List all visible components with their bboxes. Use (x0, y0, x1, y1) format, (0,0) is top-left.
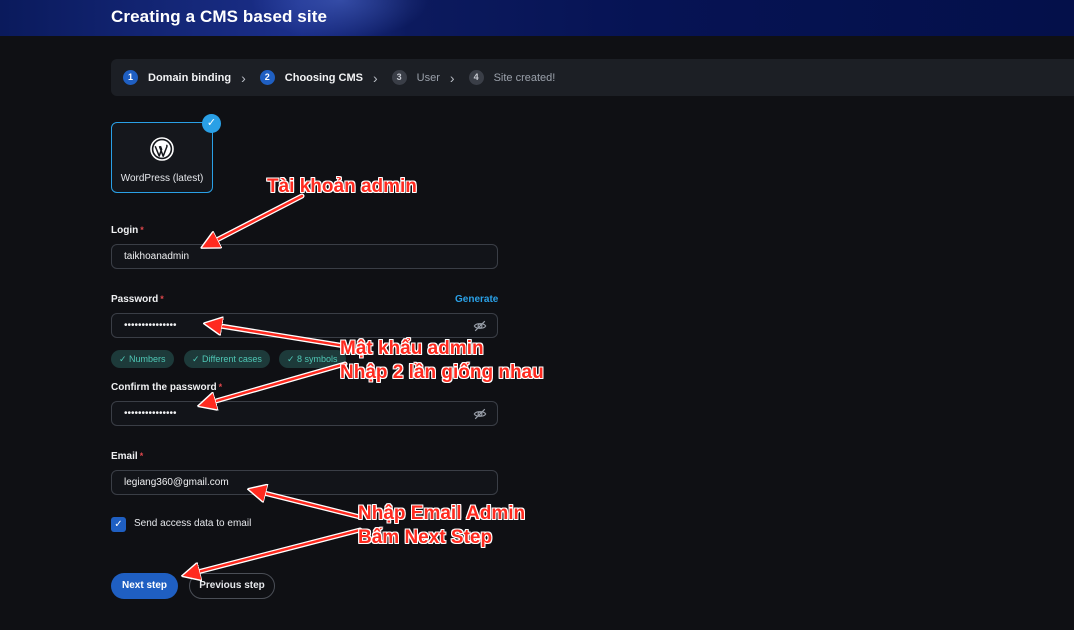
checkmark-icon: ✓ (202, 114, 221, 133)
login-label: Login * (111, 225, 144, 236)
step-label: Site created! (493, 71, 556, 84)
chevron-right-icon: › (373, 69, 378, 86)
password-rule-numbers: ✓ Numbers (111, 350, 174, 368)
step-number: 1 (123, 70, 138, 85)
password-input[interactable]: ••••••••••••••• (111, 313, 498, 338)
step-choosing-cms[interactable]: 2 Choosing CMS › (259, 69, 378, 86)
annotation-email: Nhập Email Admin (358, 503, 526, 524)
chevron-right-icon: › (449, 69, 455, 86)
page-header: Creating a CMS based site (0, 0, 1074, 36)
step-label: Domain binding (148, 71, 232, 84)
next-step-button[interactable]: Next step (111, 573, 178, 599)
step-number: 3 (391, 70, 407, 85)
previous-step-button[interactable]: Previous step (189, 573, 275, 599)
send-access-checkbox[interactable]: ✓ (111, 517, 126, 532)
cms-option-label: WordPress (latest) (120, 173, 204, 184)
annotation-admin-account: Tài khoản admin (267, 176, 417, 197)
send-access-label: Send access data to email (134, 518, 252, 529)
confirm-password-label: Confirm the password * (111, 382, 223, 393)
step-domain-binding[interactable]: 1 Domain binding › (123, 70, 246, 86)
step-number: 4 (468, 70, 484, 85)
confirm-password-input[interactable]: ••••••••••••••• (111, 401, 498, 426)
email-label: Email * (111, 451, 144, 462)
arrow-confirm (202, 362, 347, 405)
page-title: Creating a CMS based site (111, 7, 328, 26)
step-number: 2 (259, 70, 275, 85)
password-label: Password * (111, 294, 164, 305)
arrow-login (205, 194, 304, 246)
generate-password-link[interactable]: Generate (455, 294, 498, 305)
email-input[interactable]: legiang360@gmail.com (111, 470, 498, 495)
annotation-next-step: Bấm Next Step (358, 527, 493, 548)
step-site-created[interactable]: 4 Site created! (468, 70, 556, 85)
password-rule-length: ✓ 8 symbols (279, 350, 346, 368)
chevron-right-icon: › (241, 69, 246, 86)
login-value: taikhoanadmin (124, 251, 190, 262)
annotation-password-twice: Nhập 2 lần giống nhau (340, 362, 544, 383)
email-value: legiang360@gmail.com (124, 477, 229, 488)
password-value: ••••••••••••••• (124, 320, 177, 331)
step-label: User (416, 71, 440, 84)
password-rule-cases: ✓ Different cases (184, 350, 270, 368)
annotation-admin-password: Mật khẩu admin (340, 338, 484, 359)
step-user[interactable]: 3 User › (391, 69, 455, 86)
cms-option-wordpress[interactable]: WordPress (latest) (111, 122, 213, 193)
step-label: Choosing CMS (284, 71, 363, 84)
arrow-next (186, 528, 362, 575)
wizard-stepper: 1 Domain binding › 2 Choosing CMS › 3 Us… (111, 59, 1074, 96)
eye-off-icon[interactable] (473, 407, 487, 421)
login-input[interactable]: taikhoanadmin (111, 244, 498, 269)
confirm-password-value: ••••••••••••••• (124, 408, 177, 419)
wordpress-icon (150, 137, 174, 161)
eye-off-icon[interactable] (473, 319, 487, 333)
